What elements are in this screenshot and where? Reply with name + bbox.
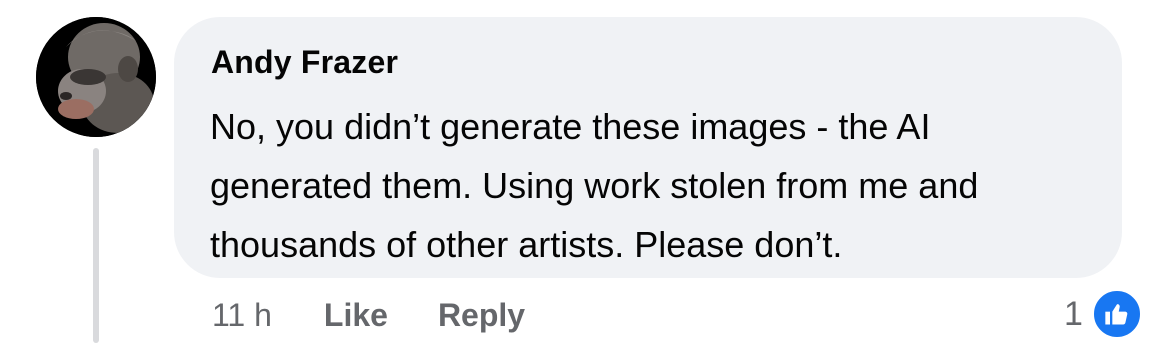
thumbs-up-icon <box>1090 288 1143 340</box>
reaction-summary[interactable]: 1 <box>1064 288 1143 340</box>
comment-container: Andy Frazer No, you didn’t generate thes… <box>0 0 1170 343</box>
avatar-image <box>36 17 156 137</box>
reaction-count: 1 <box>1064 294 1083 333</box>
comment-text-line: thousands of other artists. Please don’t… <box>210 224 843 265</box>
comment-actions: 11 h Like Reply <box>212 294 575 336</box>
like-button[interactable]: Like <box>324 297 388 334</box>
thread-line <box>93 148 99 343</box>
comment-bubble: Andy Frazer No, you didn’t generate thes… <box>174 17 1122 278</box>
comment-text: No, you didn’t generate these images - t… <box>210 97 1100 274</box>
comment-text-line: generated them. Using work stolen from m… <box>210 165 979 206</box>
comment-timestamp[interactable]: 11 h <box>212 297 272 334</box>
reply-button[interactable]: Reply <box>438 297 525 334</box>
avatar[interactable] <box>36 17 156 137</box>
comment-author[interactable]: Andy Frazer <box>211 44 398 81</box>
comment-text-line: No, you didn’t generate these images - t… <box>210 106 931 147</box>
